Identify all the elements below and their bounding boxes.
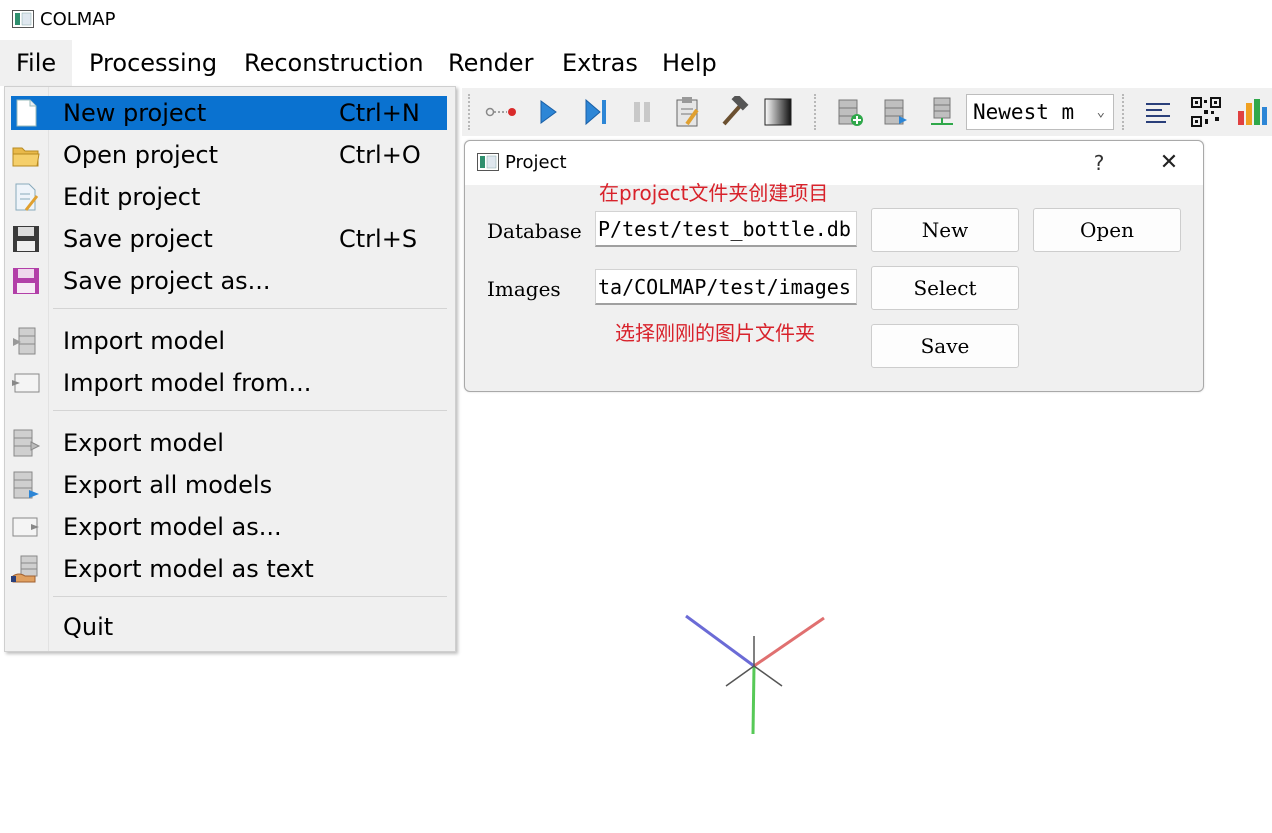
export-model-icon: [13, 429, 41, 457]
floppy-icon: [13, 226, 39, 252]
menu-bar: File Processing Reconstruction Render Ex…: [0, 40, 1272, 86]
menu-item-export-model-as-text[interactable]: Export model as text: [11, 552, 447, 586]
bar-chart-icon[interactable]: [1234, 94, 1270, 130]
gradient-icon[interactable]: [760, 94, 796, 130]
menu-separator: [53, 410, 447, 411]
colmap-app-icon: [12, 10, 34, 28]
axis-gizmo: [685, 614, 825, 735]
menu-item-export-all-models[interactable]: Export all models: [11, 468, 447, 502]
export-text-icon: [11, 555, 38, 583]
neg-axis-line: [753, 665, 783, 687]
model-select-value: Newest m: [973, 100, 1075, 124]
database-label: Database: [487, 219, 582, 243]
menu-item-export-model[interactable]: Export model: [11, 426, 447, 460]
toolbar-separator: [1122, 94, 1126, 130]
model-select-dropdown[interactable]: Newest m ⌄: [966, 94, 1114, 130]
new-database-button[interactable]: New: [871, 208, 1019, 252]
menu-item-save-project-as[interactable]: Save project as...: [11, 264, 447, 298]
menu-item-open-project[interactable]: Open project Ctrl+O: [11, 138, 447, 172]
folder-icon: [12, 147, 40, 167]
help-button[interactable]: ?: [1085, 149, 1113, 177]
dialog-title: Project: [505, 152, 567, 173]
toolbar-separator: [468, 94, 472, 130]
z-axis-line: [685, 614, 755, 668]
chevron-down-icon: ⌄: [1096, 104, 1105, 120]
x-axis-line: [753, 616, 825, 668]
annotation-select-images: 选择刚刚的图片文件夹: [615, 321, 815, 345]
edit-clipboard-icon[interactable]: [670, 94, 706, 130]
save-button[interactable]: Save: [871, 324, 1019, 368]
toolbar-separator: [814, 94, 818, 130]
menu-extras[interactable]: Extras: [546, 40, 654, 86]
window-title: COLMAP: [40, 9, 116, 30]
menu-separator: [53, 596, 447, 597]
export-all-icon: [13, 471, 39, 499]
menu-file[interactable]: File: [0, 40, 73, 86]
database-add-icon[interactable]: [832, 94, 868, 130]
menu-processing[interactable]: Processing: [73, 40, 233, 86]
step-forward-icon[interactable]: [578, 94, 614, 130]
menu-render[interactable]: Render: [432, 40, 549, 86]
pause-icon[interactable]: [624, 94, 660, 130]
menu-help[interactable]: Help: [646, 40, 733, 86]
menu-item-import-model-from[interactable]: Import model from...: [11, 366, 447, 400]
floppy-purple-icon: [13, 268, 39, 294]
images-path-field[interactable]: ta/COLMAP/test/images: [595, 269, 857, 305]
y-axis-line: [751, 665, 756, 735]
dialog-title-bar: Project ? ✕: [465, 141, 1203, 185]
feature-matching-icon[interactable]: [484, 94, 520, 130]
edit-file-icon: [15, 183, 39, 211]
hammer-icon[interactable]: [716, 94, 752, 130]
toolbar: Newest m ⌄: [462, 88, 1272, 136]
menu-item-new-project[interactable]: New project Ctrl+N: [11, 96, 447, 130]
title-bar: COLMAP: [0, 0, 1272, 40]
open-database-button[interactable]: Open: [1033, 208, 1181, 252]
menu-reconstruction[interactable]: Reconstruction: [228, 40, 440, 86]
database-path-field[interactable]: P/test/test_bottle.db: [595, 211, 857, 247]
project-dialog: Project ? ✕ 在project文件夹创建项目 Database P/t…: [464, 140, 1204, 392]
neg-axis-line: [725, 665, 755, 687]
select-images-button[interactable]: Select: [871, 266, 1019, 310]
annotation-create-project: 在project文件夹创建项目: [599, 181, 829, 205]
colmap-app-icon: [477, 153, 499, 171]
import-from-icon: [12, 373, 40, 393]
menu-item-edit-project[interactable]: Edit project: [11, 180, 447, 214]
new-file-icon: [16, 99, 37, 127]
menu-item-quit[interactable]: Quit: [11, 610, 447, 644]
menu-item-export-model-as[interactable]: Export model as...: [11, 510, 447, 544]
play-icon[interactable]: [530, 94, 566, 130]
database-export-icon[interactable]: [878, 94, 914, 130]
images-label: Images: [487, 277, 561, 301]
qr-grid-icon[interactable]: [1188, 94, 1224, 130]
menu-item-import-model[interactable]: Import model: [11, 324, 447, 358]
file-menu-dropdown: New project Ctrl+N Open project Ctrl+O E…: [4, 86, 456, 652]
menu-item-save-project[interactable]: Save project Ctrl+S: [11, 222, 447, 256]
close-button[interactable]: ✕: [1155, 149, 1183, 177]
colmap-window: COLMAP File Processing Reconstruction Re…: [0, 0, 1272, 833]
import-model-icon: [13, 327, 36, 355]
export-as-icon: [12, 517, 39, 537]
database-cluster-icon[interactable]: [924, 94, 960, 130]
text-align-icon[interactable]: [1140, 94, 1176, 130]
menu-separator: [53, 308, 447, 309]
